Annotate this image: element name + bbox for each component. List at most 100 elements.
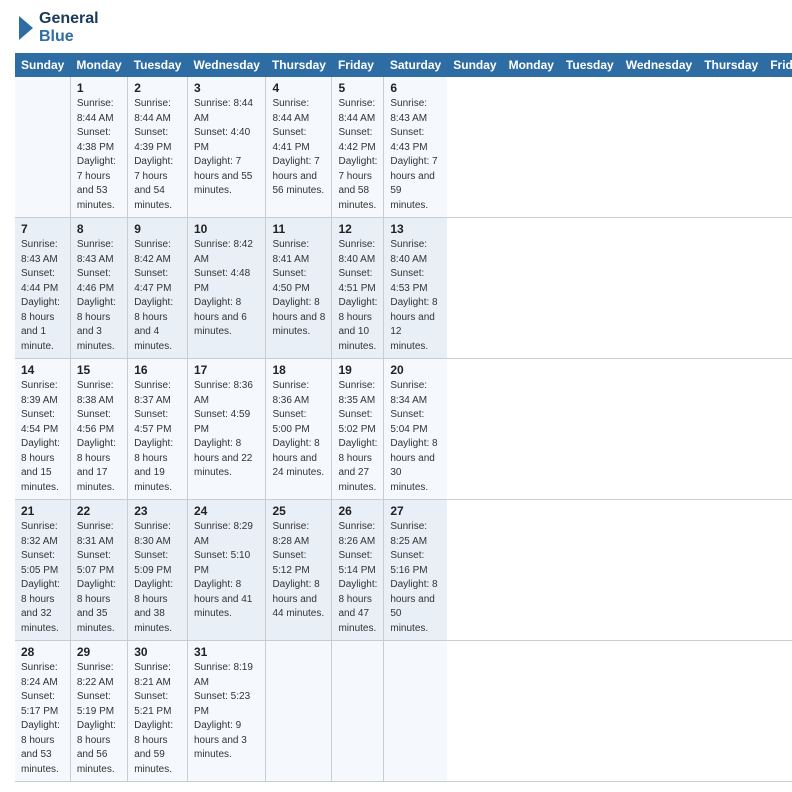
- week-row-1: 1 Sunrise: 8:44 AMSunset: 4:38 PMDaylight…: [15, 77, 792, 218]
- day-number: 5: [338, 81, 377, 95]
- week-row-2: 7 Sunrise: 8:43 AMSunset: 4:44 PMDaylight…: [15, 218, 792, 359]
- day-info: Sunrise: 8:42 AMSunset: 4:48 PMDaylight:…: [194, 238, 259, 340]
- day-number: 24: [194, 504, 259, 518]
- day-cell: 18Sunrise: 8:36 AMSunset: 5:00 PMDayligh…: [266, 359, 332, 500]
- day-cell: 27Sunrise: 8:25 AMSunset: 5:16 PMDayligh…: [384, 500, 447, 641]
- day-info: Sunrise: 8:28 AMSunset: 5:12 PMDaylight:…: [272, 520, 325, 622]
- day-cell: 29 Sunrise: 8:22 AMSunset: 5:19 PMDayligh…: [70, 641, 127, 782]
- day-number: 1: [77, 81, 121, 95]
- week-row-3: 14 Sunrise: 8:39 AMSunset: 4:54 PMDayligh…: [15, 359, 792, 500]
- day-info: Sunrise: 8:38 AMSunset: 4:56 PMDaylight:…: [77, 379, 121, 495]
- calendar-header-row: SundayMondayTuesdayWednesdayThursdayFrid…: [15, 53, 792, 77]
- day-info: Sunrise: 8:44 AMSunset: 4:38 PMDaylight:…: [77, 97, 121, 213]
- day-info: Sunrise: 8:41 AMSunset: 4:50 PMDaylight:…: [272, 238, 325, 340]
- day-info: Sunrise: 8:29 AMSunset: 5:10 PMDaylight:…: [194, 520, 259, 622]
- week-row-5: 28 Sunrise: 8:24 AMSunset: 5:17 PMDayligh…: [15, 641, 792, 782]
- day-cell: 14 Sunrise: 8:39 AMSunset: 4:54 PMDayligh…: [15, 359, 70, 500]
- day-cell: 15Sunrise: 8:38 AMSunset: 4:56 PMDayligh…: [70, 359, 127, 500]
- logo-line1: General: [39, 10, 99, 28]
- day-info: Sunrise: 8:44 AMSunset: 4:41 PMDaylight:…: [272, 97, 325, 199]
- day-cell: 28 Sunrise: 8:24 AMSunset: 5:17 PMDayligh…: [15, 641, 70, 782]
- day-info: Sunrise: 8:22 AMSunset: 5:19 PMDaylight:…: [77, 661, 121, 777]
- day-number: 10: [194, 222, 259, 236]
- day-info: Sunrise: 8:26 AMSunset: 5:14 PMDaylight:…: [338, 520, 377, 636]
- calendar-table: SundayMondayTuesdayWednesdayThursdayFrid…: [15, 53, 792, 782]
- day-cell: 1 Sunrise: 8:44 AMSunset: 4:38 PMDaylight…: [70, 77, 127, 218]
- week-row-4: 21Sunrise: 8:32 AMSunset: 5:05 PMDayligh…: [15, 500, 792, 641]
- day-number: 16: [134, 363, 181, 377]
- day-cell: 30 Sunrise: 8:21 AMSunset: 5:21 PMDayligh…: [128, 641, 188, 782]
- day-info: Sunrise: 8:43 AMSunset: 4:44 PMDaylight:…: [21, 238, 64, 354]
- day-number: 29: [77, 645, 121, 659]
- day-info: Sunrise: 8:19 AMSunset: 5:23 PMDaylight:…: [194, 661, 259, 763]
- day-number: 13: [390, 222, 441, 236]
- day-number: 4: [272, 81, 325, 95]
- day-number: 2: [134, 81, 181, 95]
- day-info: Sunrise: 8:39 AMSunset: 4:54 PMDaylight:…: [21, 379, 64, 495]
- day-cell: 13Sunrise: 8:40 AMSunset: 4:53 PMDayligh…: [384, 218, 447, 359]
- day-number: 17: [194, 363, 259, 377]
- day-cell: 7 Sunrise: 8:43 AMSunset: 4:44 PMDaylight…: [15, 218, 70, 359]
- col-header-saturday: Saturday: [384, 53, 447, 77]
- day-info: Sunrise: 8:35 AMSunset: 5:02 PMDaylight:…: [338, 379, 377, 495]
- day-info: Sunrise: 8:44 AMSunset: 4:42 PMDaylight:…: [338, 97, 377, 213]
- col-header-sunday: Sunday: [447, 53, 502, 77]
- day-number: 18: [272, 363, 325, 377]
- logo-text: General Blue: [39, 10, 99, 45]
- day-info: Sunrise: 8:36 AMSunset: 4:59 PMDaylight:…: [194, 379, 259, 481]
- day-number: 22: [77, 504, 121, 518]
- day-number: 23: [134, 504, 181, 518]
- day-info: Sunrise: 8:37 AMSunset: 4:57 PMDaylight:…: [134, 379, 181, 495]
- day-cell: 24 Sunrise: 8:29 AMSunset: 5:10 PMDayligh…: [187, 500, 265, 641]
- day-number: 7: [21, 222, 64, 236]
- day-cell: [384, 641, 447, 782]
- col-header-monday: Monday: [503, 53, 560, 77]
- day-cell: [332, 641, 384, 782]
- day-cell: 22Sunrise: 8:31 AMSunset: 5:07 PMDayligh…: [70, 500, 127, 641]
- day-number: 30: [134, 645, 181, 659]
- col-header-wednesday: Wednesday: [187, 53, 265, 77]
- logo: General Blue: [15, 10, 99, 45]
- day-cell: 11 Sunrise: 8:41 AMSunset: 4:50 PMDayligh…: [266, 218, 332, 359]
- day-cell: 8Sunrise: 8:43 AMSunset: 4:46 PMDaylight…: [70, 218, 127, 359]
- day-cell: 26Sunrise: 8:26 AMSunset: 5:14 PMDayligh…: [332, 500, 384, 641]
- day-cell: 12Sunrise: 8:40 AMSunset: 4:51 PMDayligh…: [332, 218, 384, 359]
- col-header-thursday: Thursday: [266, 53, 332, 77]
- col-header-friday: Friday: [332, 53, 384, 77]
- day-cell: 25Sunrise: 8:28 AMSunset: 5:12 PMDayligh…: [266, 500, 332, 641]
- day-cell: 4 Sunrise: 8:44 AMSunset: 4:41 PMDaylight…: [266, 77, 332, 218]
- day-number: 31: [194, 645, 259, 659]
- day-cell: 5 Sunrise: 8:44 AMSunset: 4:42 PMDaylight…: [332, 77, 384, 218]
- day-cell: 17 Sunrise: 8:36 AMSunset: 4:59 PMDayligh…: [187, 359, 265, 500]
- day-cell: 3Sunrise: 8:44 AMSunset: 4:40 PMDaylight…: [187, 77, 265, 218]
- day-info: Sunrise: 8:24 AMSunset: 5:17 PMDaylight:…: [21, 661, 64, 777]
- day-info: Sunrise: 8:34 AMSunset: 5:04 PMDaylight:…: [390, 379, 441, 495]
- day-number: 9: [134, 222, 181, 236]
- col-header-sunday: Sunday: [15, 53, 70, 77]
- day-number: 12: [338, 222, 377, 236]
- day-info: Sunrise: 8:43 AMSunset: 4:43 PMDaylight:…: [390, 97, 441, 213]
- day-cell: 21Sunrise: 8:32 AMSunset: 5:05 PMDayligh…: [15, 500, 70, 641]
- day-number: 6: [390, 81, 441, 95]
- col-header-tuesday: Tuesday: [560, 53, 620, 77]
- day-info: Sunrise: 8:44 AMSunset: 4:39 PMDaylight:…: [134, 97, 181, 213]
- day-number: 28: [21, 645, 64, 659]
- day-info: Sunrise: 8:32 AMSunset: 5:05 PMDaylight:…: [21, 520, 64, 636]
- col-header-wednesday: Wednesday: [620, 53, 698, 77]
- col-header-tuesday: Tuesday: [128, 53, 188, 77]
- day-info: Sunrise: 8:21 AMSunset: 5:21 PMDaylight:…: [134, 661, 181, 777]
- day-cell: 19Sunrise: 8:35 AMSunset: 5:02 PMDayligh…: [332, 359, 384, 500]
- page-header: General Blue: [15, 10, 777, 45]
- day-cell: [266, 641, 332, 782]
- day-number: 14: [21, 363, 64, 377]
- logo-shape-icon: [15, 12, 37, 44]
- day-cell: 31 Sunrise: 8:19 AMSunset: 5:23 PMDayligh…: [187, 641, 265, 782]
- logo-line2: Blue: [39, 28, 99, 46]
- day-info: Sunrise: 8:43 AMSunset: 4:46 PMDaylight:…: [77, 238, 121, 354]
- day-info: Sunrise: 8:42 AMSunset: 4:47 PMDaylight:…: [134, 238, 181, 354]
- day-cell: 10 Sunrise: 8:42 AMSunset: 4:48 PMDayligh…: [187, 218, 265, 359]
- day-number: 11: [272, 222, 325, 236]
- day-number: 27: [390, 504, 441, 518]
- day-cell: 16 Sunrise: 8:37 AMSunset: 4:57 PMDayligh…: [128, 359, 188, 500]
- day-cell: 20Sunrise: 8:34 AMSunset: 5:04 PMDayligh…: [384, 359, 447, 500]
